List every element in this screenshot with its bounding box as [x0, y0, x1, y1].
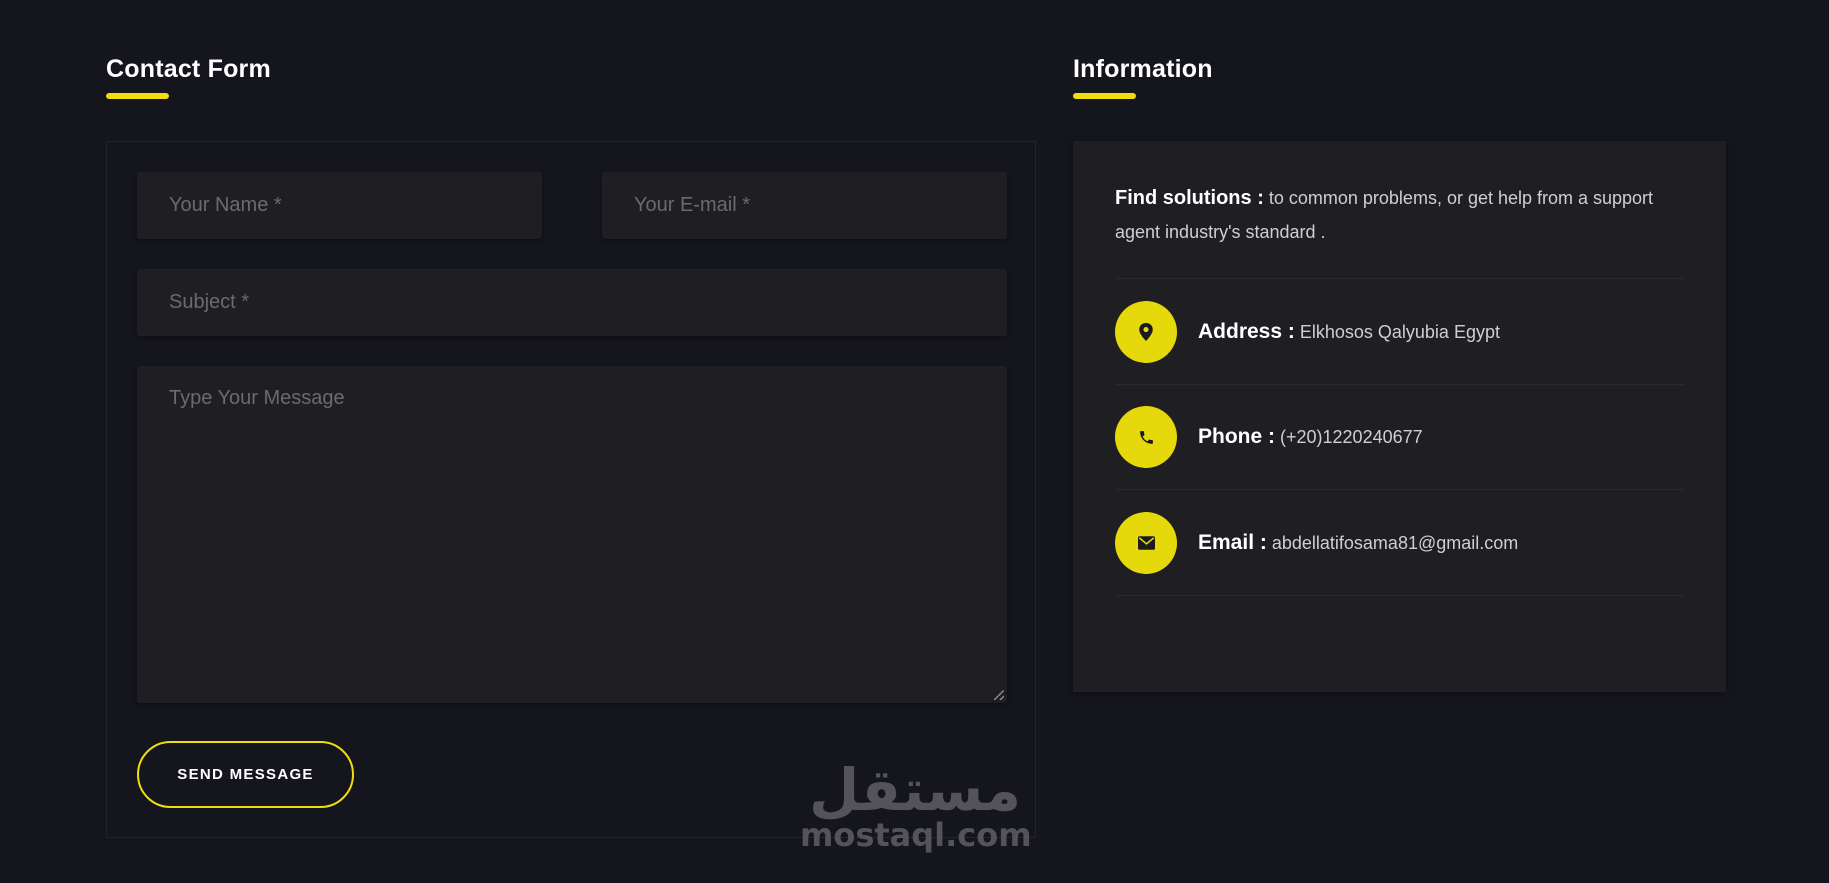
phone-value[interactable]: (+20)1220240677	[1275, 427, 1423, 447]
resize-handle-icon[interactable]	[994, 690, 1004, 700]
message-textarea[interactable]: Type Your Message	[137, 366, 1007, 703]
information-panel: Find solutions : to common problems, or …	[1073, 141, 1726, 692]
address-value: Elkhosos Qalyubia Egypt	[1294, 322, 1500, 342]
contact-form-title: Contact Form	[106, 55, 271, 83]
phone-icon	[1115, 406, 1177, 468]
divider	[1115, 384, 1684, 385]
info-intro: Find solutions : to common problems, or …	[1115, 181, 1655, 249]
map-pin-icon	[1115, 301, 1177, 363]
watermark-latin: mostaql.com	[800, 816, 1032, 854]
contact-title-underline	[106, 93, 169, 99]
phone-text: Phone : (+20)1220240677	[1198, 406, 1423, 468]
mostaql-watermark: مستقل mostaql.com	[800, 756, 1032, 854]
email-row: Email : abdellatifosama81@gmail.com	[1115, 512, 1684, 574]
send-message-button[interactable]: SEND MESSAGE	[137, 741, 354, 808]
email-input[interactable]: Your E-mail *	[602, 172, 1007, 239]
email-value[interactable]: abdellatifosama81@gmail.com	[1267, 533, 1518, 553]
email-label: Email :	[1198, 531, 1267, 554]
address-row: Address : Elkhosos Qalyubia Egypt	[1115, 301, 1684, 363]
envelope-icon	[1115, 512, 1177, 574]
divider	[1115, 595, 1684, 596]
information-title: Information	[1073, 55, 1213, 83]
intro-label: Find solutions :	[1115, 187, 1264, 209]
address-label: Address :	[1198, 320, 1295, 343]
name-input[interactable]: Your Name *	[137, 172, 542, 239]
phone-row: Phone : (+20)1220240677	[1115, 406, 1684, 468]
divider	[1115, 489, 1684, 490]
watermark-arabic: مستقل	[808, 756, 1022, 824]
message-placeholder: Type Your Message	[169, 387, 345, 409]
subject-input[interactable]: Subject *	[137, 269, 1007, 336]
information-title-underline	[1073, 93, 1136, 99]
address-text: Address : Elkhosos Qalyubia Egypt	[1198, 301, 1500, 363]
divider	[1115, 278, 1684, 279]
phone-label: Phone :	[1198, 425, 1275, 448]
email-text: Email : abdellatifosama81@gmail.com	[1198, 512, 1518, 574]
